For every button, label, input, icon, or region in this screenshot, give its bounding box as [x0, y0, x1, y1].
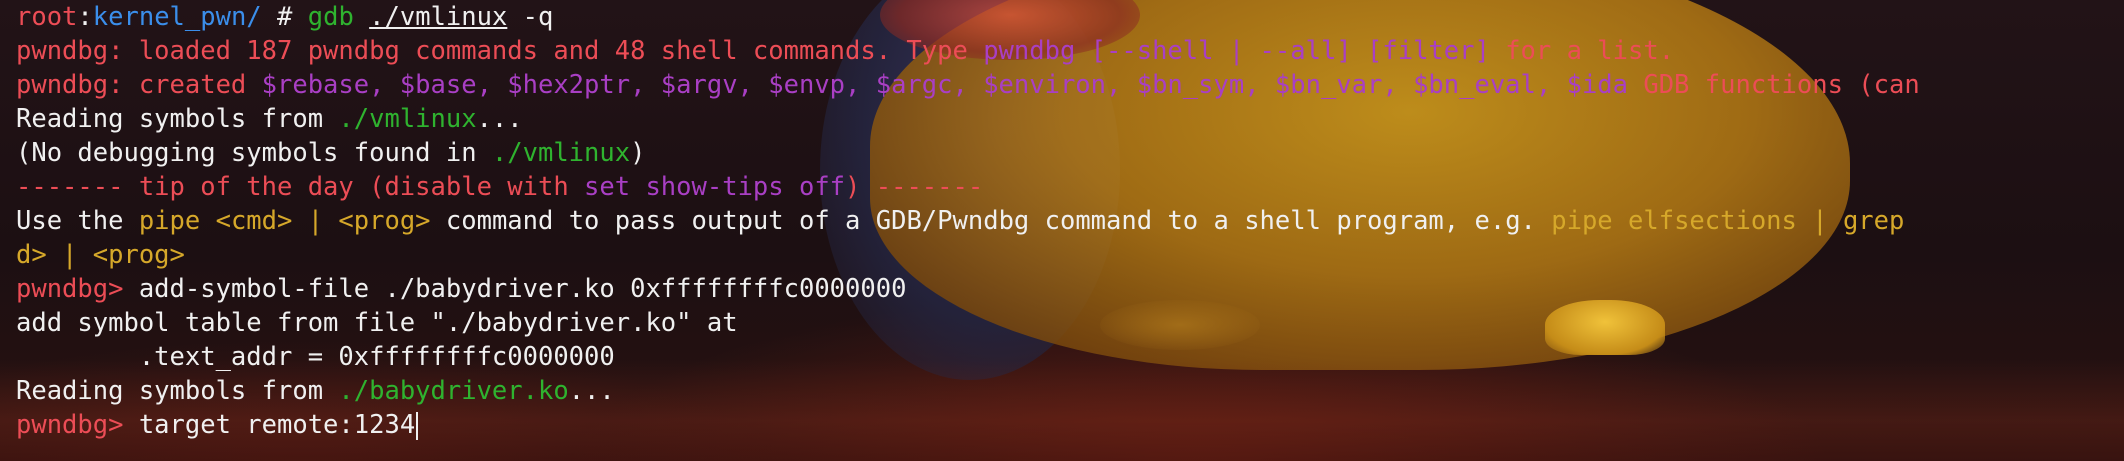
pwndbg-loaded-line: pwndbg: loaded 187 pwndbg commands and 4…: [16, 34, 2124, 68]
pwndbg-prompt: pwndbg>: [16, 410, 139, 440]
prompt-cwd: kernel_pwn/: [92, 2, 262, 32]
target-remote-command[interactable]: target remote:1234: [139, 410, 415, 440]
pwndbg-created-line: pwndbg: created $rebase, $base, $hex2ptr…: [16, 68, 2124, 102]
reading-symbols-babydriver-line: Reading symbols from ./babydriver.ko...: [16, 374, 2124, 408]
terminal-output[interactable]: root:kernel_pwn/ # gdb ./vmlinux -q pwnd…: [16, 0, 2124, 461]
tip-body-example: pipe elfsections | grep: [1551, 206, 1905, 236]
reading-file: ./vmlinux: [338, 104, 477, 134]
reading-text: Reading symbols from: [16, 376, 339, 406]
reading-file: ./babydriver.ko: [338, 376, 569, 406]
prompt-user: root: [16, 2, 78, 32]
command-name: gdb: [307, 2, 354, 32]
pwndbg-prompt: pwndbg>: [16, 274, 139, 304]
add-symbol-command: add-symbol-file ./babydriver.ko 0xffffff…: [138, 274, 907, 304]
tip-of-day-header-line: ------- tip of the day (disable with set…: [16, 170, 2124, 204]
reading-text: Reading symbols from: [16, 104, 339, 134]
tip-body-desc: command to pass output of a GDB/Pwndbg c…: [430, 206, 1552, 236]
created-text: pwndbg: created: [16, 70, 262, 100]
reading-symbols-vmlinux-line: Reading symbols from ./vmlinux...: [16, 102, 2124, 136]
reading-ellipsis: ...: [568, 376, 615, 406]
command-argument: ./vmlinux: [369, 2, 508, 32]
reading-ellipsis: ...: [476, 104, 523, 134]
nodebug-text: (No debugging symbols found in: [16, 138, 492, 168]
loaded-suffix: for a list.: [1489, 36, 1675, 66]
prompt-hash: #: [261, 2, 308, 32]
tip-body-pipe: pipe <cmd> | <prog>: [138, 206, 431, 236]
tip-command: set show-tips off: [584, 172, 846, 202]
tip-text: ------- tip of the day (disable with: [16, 172, 585, 202]
target-remote-command-line[interactable]: pwndbg> target remote:1234: [16, 408, 2124, 442]
nodebug-file: ./vmlinux: [491, 138, 631, 168]
tip-suffix: ) -------: [845, 172, 984, 202]
add-symbol-output-line: add symbol table from file "./babydriver…: [16, 306, 2124, 340]
command-flag: -q: [507, 2, 554, 32]
text-addr-line: .text_addr = 0xffffffffc0000000: [16, 340, 2124, 374]
loaded-usage: pwndbg [--shell | --all] [filter]: [983, 36, 1490, 66]
add-symbol-command-line: pwndbg> add-symbol-file ./babydriver.ko …: [16, 272, 2124, 306]
tip-body-wrap: d> | <prog>: [16, 240, 185, 270]
created-functions: $rebase, $base, $hex2ptr, $argv, $envp, …: [261, 70, 1628, 100]
nodebug-suffix: ): [630, 138, 646, 168]
no-debug-symbols-line: (No debugging symbols found in ./vmlinux…: [16, 136, 2124, 170]
command-space: [354, 2, 369, 32]
tip-body-wrap-line: d> | <prog>: [16, 238, 2124, 272]
tip-body-text: Use the: [16, 206, 139, 236]
text-cursor: [416, 412, 419, 440]
shell-prompt-line: root:kernel_pwn/ # gdb ./vmlinux -q: [16, 0, 2124, 34]
text-addr-output: .text_addr = 0xffffffffc0000000: [16, 342, 615, 372]
created-suffix: GDB functions (can: [1628, 70, 1920, 100]
add-symbol-output: add symbol table from file "./babydriver…: [16, 308, 738, 338]
tip-body-line: Use the pipe <cmd> | <prog> command to p…: [16, 204, 2124, 238]
prompt-separator: :: [77, 2, 93, 32]
loaded-text: pwndbg: loaded 187 pwndbg commands and 4…: [16, 36, 984, 66]
